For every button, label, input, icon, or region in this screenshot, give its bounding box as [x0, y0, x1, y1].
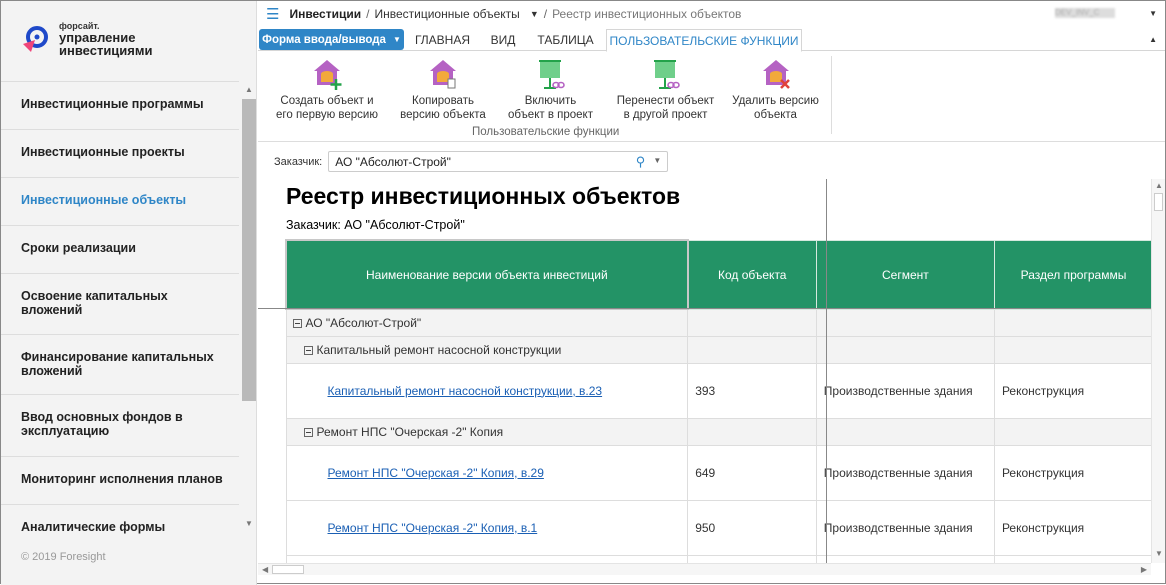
- include-in-project-button[interactable]: Включить объект в проект: [498, 57, 603, 122]
- tab-custom-functions[interactable]: ПОЛЬЗОВАТЕЛЬСКИЕ ФУНКЦИИ: [606, 29, 802, 52]
- sidebar-item-analytics[interactable]: Аналитические формы: [1, 520, 239, 534]
- table-row: Капитальный ремонт насосной конструкции: [285, 335, 1153, 364]
- user-menu-icon[interactable]: ▼: [1149, 9, 1157, 18]
- scroll-up-icon[interactable]: ▲: [245, 85, 253, 94]
- sidebar-item-programs[interactable]: Инвестиционные программы: [1, 97, 239, 111]
- table-header-row: Наименование версии объекта инвестиций К…: [285, 239, 1153, 310]
- table-row: Ремонт НПС "Очерская -2" Копия, в.1 950 П…: [285, 499, 1153, 556]
- table-row: Капитальный ремонт насосной конструкции,…: [285, 362, 1153, 419]
- house-copy-icon: [426, 57, 460, 91]
- form-io-button[interactable]: Форма ввода/вывода ▼: [259, 29, 404, 50]
- house-add-icon: [310, 57, 344, 91]
- board-link-icon: [649, 57, 683, 91]
- column-header[interactable]: Наименование версии объекта инвестиций: [285, 239, 689, 310]
- sidebar-item-financing[interactable]: Финансирование капитальных вложений: [1, 350, 216, 378]
- user-name[interactable]: DEV_INV_C: [1055, 8, 1115, 18]
- sidebar: форсайт. управление инвестициями Инвести…: [1, 1, 257, 585]
- column-header[interactable]: Код объекта: [687, 239, 817, 310]
- chevron-down-icon[interactable]: ▼: [530, 9, 539, 19]
- collapse-icon[interactable]: [303, 345, 313, 355]
- house-delete-icon: [759, 57, 793, 91]
- freeze-line: [258, 308, 1153, 309]
- copyright: © 2019 Foresight: [21, 551, 106, 563]
- table-row: [285, 554, 1153, 563]
- filter-label: Заказчик:: [274, 155, 323, 168]
- sidebar-scrollbar[interactable]: ▲ ▼: [242, 83, 256, 545]
- collapse-icon[interactable]: [292, 318, 302, 328]
- ribbon: Создать объект и его первую версию Копиро…: [258, 52, 1165, 142]
- report-title: Реестр инвестиционных объектов: [286, 183, 681, 209]
- breadcrumb: ☰ Инвестиции / Инвестиционные объекты ▼ …: [266, 5, 742, 23]
- freeze-line: [826, 179, 827, 563]
- create-object-button[interactable]: Создать объект и его первую версию: [272, 57, 382, 122]
- column-header[interactable]: Сегмент: [815, 239, 995, 310]
- registry-table: Наименование версии объекта инвестиций К…: [285, 239, 1153, 563]
- collapse-icon[interactable]: [303, 427, 313, 437]
- customer-filter: Заказчик: АО "Абсолют-Строй" ⚲ ▼: [274, 151, 669, 172]
- table-row: АО "Абсолют-Строй": [285, 308, 1153, 337]
- search-icon[interactable]: ⚲: [636, 154, 646, 170]
- chevron-down-icon[interactable]: ▼: [653, 156, 661, 165]
- scrollbar-thumb[interactable]: [242, 99, 256, 401]
- column-header[interactable]: Раздел программы: [993, 239, 1153, 310]
- tab-view[interactable]: ВИД: [483, 29, 523, 51]
- menu-icon[interactable]: ☰: [266, 5, 279, 23]
- copy-version-button[interactable]: Копировать версию объекта: [388, 57, 498, 122]
- vertical-scrollbar[interactable]: ▲ ▼: [1151, 179, 1165, 563]
- sidebar-item-commissioning[interactable]: Ввод основных фондов в эксплуатацию: [1, 410, 201, 438]
- sidebar-item-objects[interactable]: Инвестиционные объекты: [1, 193, 239, 207]
- move-to-project-button[interactable]: Перенести объект в другой проект: [608, 57, 723, 122]
- tab-table[interactable]: ТАБЛИЦА: [533, 29, 598, 51]
- customer-select[interactable]: АО "Абсолют-Строй" ⚲ ▼: [328, 151, 669, 172]
- object-version-link[interactable]: Ремонт НПС "Очерская -2" Копия, в.1: [328, 521, 538, 535]
- delete-version-button[interactable]: Удалить версию объекта: [728, 57, 823, 122]
- sidebar-item-terms[interactable]: Сроки реализации: [1, 241, 239, 255]
- board-link-icon: [534, 57, 568, 91]
- collapse-ribbon-icon[interactable]: ▲: [1149, 35, 1157, 44]
- table-row: Ремонт НПС "Очерская -2" Копия: [285, 417, 1153, 446]
- logo-icon: [21, 24, 51, 54]
- breadcrumb-page: Реестр инвестиционных объектов: [552, 7, 742, 21]
- logo: форсайт. управление инвестициями: [21, 21, 153, 57]
- sidebar-item-monitoring[interactable]: Мониторинг исполнения планов: [1, 472, 239, 486]
- breadcrumb-root[interactable]: Инвестиции: [289, 7, 361, 21]
- object-version-link[interactable]: Ремонт НПС "Очерская -2" Копия, в.29: [328, 466, 544, 480]
- report-area: Реестр инвестиционных объектов Заказчик:…: [258, 179, 1153, 563]
- tab-home[interactable]: ГЛАВНАЯ: [410, 29, 475, 51]
- sidebar-item-capex[interactable]: Освоение капитальных вложений: [1, 289, 201, 317]
- horizontal-scrollbar[interactable]: ◀ ▶: [258, 563, 1151, 575]
- breadcrumb-section[interactable]: Инвестиционные объекты: [374, 7, 519, 21]
- table-row: Ремонт НПС "Очерская -2" Копия, в.29 649…: [285, 444, 1153, 501]
- object-version-link[interactable]: Капитальный ремонт насосной конструкции,…: [328, 384, 603, 398]
- scroll-down-icon[interactable]: ▼: [245, 519, 253, 528]
- sidebar-item-projects[interactable]: Инвестиционные проекты: [1, 145, 239, 159]
- brand-product-2: инвестициями: [59, 43, 153, 58]
- report-subtitle: Заказчик: АО "Абсолют-Строй": [286, 218, 465, 232]
- ribbon-group-label: Пользовательские функции: [472, 126, 620, 138]
